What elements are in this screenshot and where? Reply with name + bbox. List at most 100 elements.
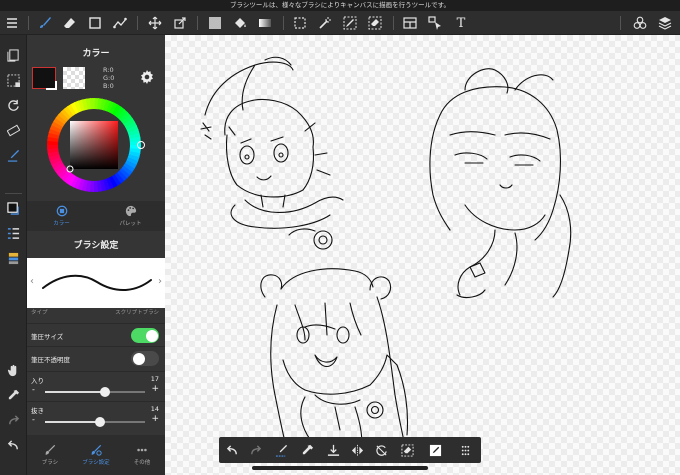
brush-select-icon[interactable] [271,440,291,460]
exit-label: 抜き [31,407,44,415]
shape-tool-icon[interactable] [85,13,105,33]
text-tool-icon[interactable]: T [451,13,471,33]
tab-more-label: その他 [133,460,151,466]
background-color-swatch[interactable] [63,67,85,89]
app-window: ブラシツールは、様々なブラシによりキャンバスに描画を行うツールです。 T カラー… [0,0,680,475]
magic-wand-icon[interactable] [315,13,335,33]
drawing-canvas[interactable] [165,35,680,475]
hand-tool-icon[interactable] [3,360,24,380]
tab-brush-label: ブラシ [41,460,59,466]
layer-color-icon[interactable] [3,248,24,268]
redo-icon[interactable] [3,410,24,430]
blue-value: B:0 [103,82,114,90]
layers-icon[interactable] [655,13,675,33]
sketch-artwork [200,56,572,451]
redo-icon[interactable] [245,440,265,460]
save-icon[interactable] [323,440,343,460]
exit-slider-block: 抜き 14 - + [27,401,165,429]
next-brush-icon[interactable]: › [158,276,162,287]
tab-more[interactable]: その他 [119,435,165,475]
entry-slider-thumb[interactable] [100,387,110,397]
tab-palette[interactable]: パレット [96,201,165,231]
tab-brush[interactable]: ブラシ [27,435,73,475]
more-icon [137,448,147,452]
toolbar-divider [28,16,29,30]
toolbar-divider [197,16,198,30]
undo-icon[interactable] [3,435,24,455]
exit-slider[interactable] [45,417,145,427]
home-indicator [252,466,428,470]
gradient-tool-icon[interactable] [255,13,275,33]
tab-brush-settings[interactable]: ブラシ設定 [73,435,119,475]
flip-horizontal-icon[interactable] [347,440,367,460]
move-tool-icon[interactable] [145,13,165,33]
bucket-tool-icon[interactable] [230,13,250,33]
clear-selection-icon[interactable] [397,440,417,460]
transform-tool-icon[interactable] [170,13,190,33]
previous-brush-icon[interactable]: ‹ [30,276,34,287]
green-value: G:0 [103,74,115,82]
top-toolbar: T [0,11,680,35]
side-panel: カラー R:0 G:0 B:0 カラー パレット ブラシ設定 ‹ › タイプ ス… [27,35,165,475]
palette-icon [125,205,136,217]
select-pen-icon[interactable] [340,13,360,33]
brush-stroke-preview[interactable]: ‹ › [27,258,165,308]
pressure-opacity-row: 筆圧不透明度 [27,346,165,368]
selection-icon[interactable] [3,70,24,90]
pressure-size-label: 筆圧サイズ [31,333,64,341]
eyedropper-icon[interactable] [297,440,317,460]
brush-settings-title: ブラシ設定 [73,241,119,251]
edit-canvas-icon[interactable] [425,440,445,460]
tab-color[interactable]: カラー [27,201,96,231]
grid-handle-icon[interactable] [455,440,475,460]
quick-access-bar [219,437,481,463]
color-swatch-icon[interactable] [3,198,24,218]
tooltip-bar: ブラシツールは、様々なブラシによりキャンバスに描画を行うツールです。 [0,0,680,11]
sketch-character-1 [200,56,344,250]
toggle-knob [132,352,145,365]
saturation-value-square[interactable] [70,121,118,169]
exit-slider-thumb[interactable] [95,417,105,427]
brush-stroke-sample [42,274,152,291]
brush-list-icon[interactable] [3,223,24,243]
tab-palette-label: パレット [119,221,142,227]
rotate-reset-icon[interactable] [371,440,391,460]
pressure-opacity-toggle[interactable] [131,351,159,366]
entry-slider[interactable] [45,387,145,397]
pages-icon[interactable] [3,45,24,65]
brush-icon [45,444,56,456]
left-icon-rail [0,35,27,475]
select-eraser-icon[interactable] [365,13,385,33]
entry-decrease-button[interactable]: - [32,385,35,394]
tab-brush-settings-label: ブラシ設定 [82,460,110,466]
red-value: R:0 [103,66,114,74]
exit-increase-button[interactable]: + [151,414,159,424]
eraser-tool-icon[interactable] [60,13,80,33]
foreground-color-swatch[interactable] [32,67,57,90]
select-tool-icon[interactable] [290,13,310,33]
toolbar-divider [620,16,621,30]
pressure-size-row: 筆圧サイズ [27,323,165,345]
materials-icon[interactable] [630,13,650,33]
color-wheel[interactable] [27,93,165,201]
eyedropper-icon[interactable] [3,385,24,405]
operation-tool-icon[interactable] [425,13,445,33]
color-panel-title: カラー [82,49,110,59]
ruler-icon[interactable] [3,120,24,140]
undo-icon[interactable] [222,440,242,460]
brush-tool-icon[interactable] [35,13,55,33]
frame-divider-tool-icon[interactable] [400,13,420,33]
menu-icon[interactable] [2,13,22,33]
fill-color-icon[interactable] [205,13,225,33]
stabilizer-pen-icon[interactable] [3,145,24,165]
gear-icon[interactable] [139,69,155,85]
exit-decrease-button[interactable]: - [32,415,35,424]
toolbar-divider [283,16,284,30]
pressure-size-toggle[interactable] [131,328,159,343]
entry-increase-button[interactable]: + [151,384,159,394]
brush-settings-icon [91,444,102,456]
brush-type-label: タイプ [31,310,48,316]
pen-path-tool-icon[interactable] [110,13,130,33]
toggle-knob [145,329,158,342]
rotate-icon[interactable] [3,95,24,115]
